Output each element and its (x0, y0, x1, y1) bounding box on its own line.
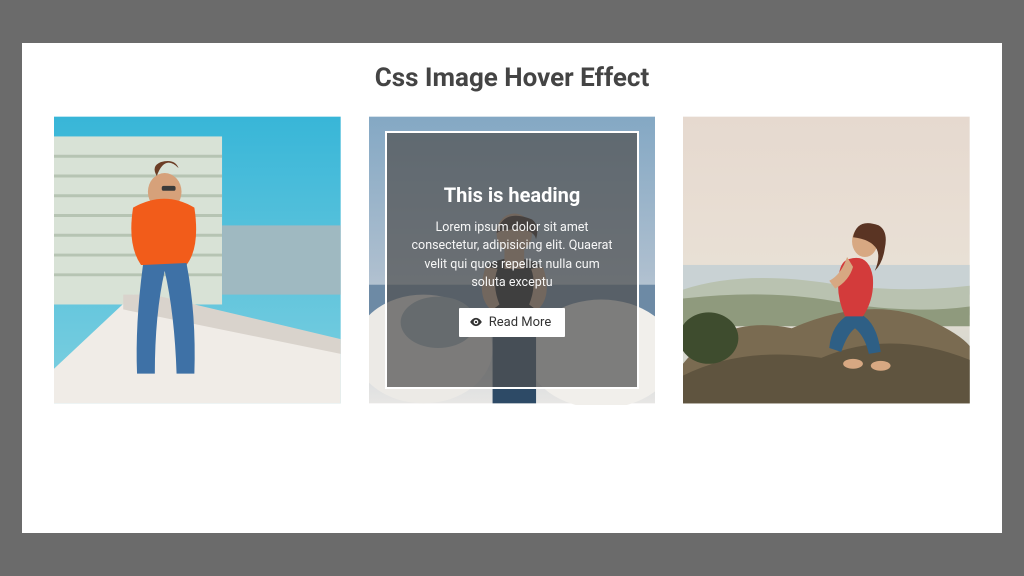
card-image (54, 115, 341, 405)
page-title: Css Image Hover Effect (22, 63, 1002, 93)
card-row: This is heading Lorem ipsum dolor sit am… (22, 115, 1002, 405)
card-image (683, 115, 970, 405)
eye-icon (469, 315, 483, 329)
hover-overlay: This is heading Lorem ipsum dolor sit am… (385, 131, 640, 389)
overlay-heading: This is heading (444, 183, 581, 207)
read-more-button[interactable]: Read More (459, 308, 565, 337)
image-card[interactable]: This is heading Lorem ipsum dolor sit am… (369, 115, 656, 405)
content-frame: Css Image Hover Effect (22, 43, 1002, 533)
image-card[interactable] (683, 115, 970, 405)
overlay-text: Lorem ipsum dolor sit amet consectetur, … (407, 219, 618, 292)
read-more-label: Read More (489, 315, 551, 330)
image-card[interactable] (54, 115, 341, 405)
